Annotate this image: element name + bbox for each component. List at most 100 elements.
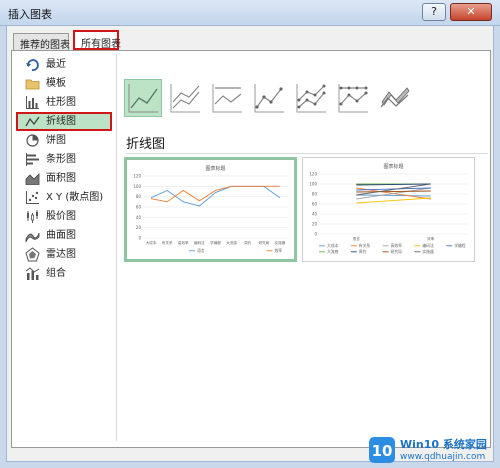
- win10-logo-icon: 10: [369, 437, 395, 463]
- x-tick-label: 实施器: [275, 240, 286, 245]
- y-tick-label: 60: [312, 202, 318, 207]
- y-tick-label: 80: [312, 192, 318, 197]
- sidebar-item-radar[interactable]: 雷达图: [16, 245, 112, 264]
- area-chart-icon: [25, 173, 40, 185]
- y-tick-label: 120: [309, 172, 317, 177]
- pie-chart-icon: [26, 134, 39, 147]
- legend-label: 编码法: [422, 243, 434, 248]
- sidebar-item-label: 柱形图: [46, 97, 76, 108]
- x-tick-label: 有关系: [162, 240, 173, 245]
- legend-label: 高效率: [391, 243, 403, 248]
- stacked-line-markers-subtype-icon: [296, 84, 326, 113]
- logo-text: 10: [372, 442, 393, 460]
- subtype-stacked-line-with-markers[interactable]: [292, 79, 330, 117]
- panel-divider: [116, 55, 117, 441]
- close-button[interactable]: ✕: [450, 3, 492, 21]
- x-tick-label: 大成本: [146, 240, 157, 245]
- help-button[interactable]: ?: [422, 3, 446, 21]
- subtype-stacked-line[interactable]: [166, 79, 204, 117]
- y-tick-label: 20: [136, 225, 142, 230]
- sidebar-item-surface[interactable]: 曲面图: [16, 226, 112, 245]
- folder-icon: [25, 79, 40, 90]
- x-tick-label: 学编程: [210, 240, 221, 245]
- dialog-body: 推荐的图表 所有图表 最近 模板 柱形图 折线图 饼图 条形图 面积图 X Y …: [6, 26, 494, 462]
- sidebar-item-area[interactable]: 面积图: [16, 169, 112, 188]
- sidebar-item-combo[interactable]: 组合: [16, 264, 112, 283]
- legend-label: 大成本: [327, 243, 339, 248]
- subtype-line[interactable]: [124, 79, 162, 117]
- legend-label: 语言: [197, 248, 205, 253]
- legend-label: 有关系: [359, 243, 371, 248]
- chart-title: 图表标题: [383, 163, 403, 170]
- legend-label: 大流感: [327, 249, 339, 254]
- heading-rule: [126, 153, 488, 154]
- stock-chart-icon: [27, 210, 38, 223]
- line-chart-icon: [25, 116, 40, 127]
- y-tick-label: 0: [314, 232, 317, 237]
- legend-label: 周约: [359, 249, 367, 254]
- sidebar-item-label: 折线图: [46, 116, 76, 127]
- subtype-100-stacked-line-with-markers[interactable]: [334, 79, 372, 117]
- legend-label: 效率: [275, 248, 283, 253]
- 100-stacked-line-markers-subtype-icon: [338, 84, 368, 113]
- x-tick-label: 效率: [427, 236, 435, 241]
- sidebar-item-column[interactable]: 柱形图: [16, 93, 112, 112]
- chart-preview-1[interactable]: 图表标题 120 100 80 60 40 20 0 大成本 有关系 高效率 编码法 学编程 大流感 周约 研…: [124, 157, 297, 262]
- sidebar-item-pie[interactable]: 饼图: [16, 131, 112, 150]
- x-tick-label: 编码法: [194, 240, 205, 245]
- 3d-line-subtype-icon: [380, 87, 410, 108]
- tab-recommended-charts[interactable]: 推荐的图表: [13, 33, 70, 51]
- legend-label: 学编程: [454, 243, 466, 248]
- sidebar-item-bar[interactable]: 条形图: [16, 150, 112, 169]
- x-tick-label: 语言: [353, 236, 361, 241]
- chart-preview-2[interactable]: 图表标题 120 100 80 60 40 20 0 语言 效率 大成本 有关系 高效率 编码法 学编程 大流…: [302, 157, 475, 262]
- combo-chart-icon: [25, 267, 40, 280]
- chart-title: 图表标题: [205, 165, 225, 172]
- x-tick-label: 周约: [244, 240, 252, 245]
- sidebar-item-label: 条形图: [46, 154, 76, 165]
- subtype-100-stacked-line[interactable]: [208, 79, 246, 117]
- y-tick-label: 20: [312, 222, 318, 227]
- watermark: 10 Win10 系统家园 www.qdhuajin.com: [368, 434, 500, 468]
- sidebar-item-label: 饼图: [46, 135, 66, 146]
- surface-chart-icon: [25, 232, 40, 243]
- line-subtype-icon: [128, 84, 158, 113]
- y-tick-label: 80: [136, 194, 142, 199]
- scatter-chart-icon: [26, 191, 39, 204]
- column-chart-icon: [26, 96, 39, 109]
- y-tick-label: 60: [136, 205, 142, 210]
- y-tick-label: 100: [133, 184, 141, 189]
- sidebar-item-label: X Y (散点图): [46, 192, 104, 203]
- tab-all-charts[interactable]: 所有图表: [73, 30, 121, 50]
- y-tick-label: 0: [138, 236, 141, 241]
- line-markers-subtype-icon: [254, 84, 284, 113]
- subtype-line-with-markers[interactable]: [250, 79, 288, 117]
- radar-chart-icon: [25, 247, 40, 262]
- recent-icon: [26, 59, 39, 71]
- sidebar-item-label: 曲面图: [46, 230, 76, 241]
- chart-type-heading: 折线图: [126, 137, 166, 152]
- sidebar-item-label: 模板: [46, 78, 66, 89]
- sidebar-item-label: 面积图: [46, 173, 76, 184]
- sidebar-item-templates[interactable]: 模板: [16, 74, 112, 93]
- sidebar-item-line[interactable]: 折线图: [16, 112, 112, 131]
- 100-stacked-line-subtype-icon: [212, 84, 242, 113]
- watermark-url: www.qdhuajin.com: [400, 452, 486, 462]
- series-line: [150, 185, 280, 203]
- sidebar-item-label: 最近: [46, 59, 66, 70]
- series-line: [356, 190, 431, 193]
- sidebar-item-label: 股价图: [46, 211, 76, 222]
- x-tick-label: 研究局: [258, 240, 269, 245]
- title-bar: 插入图表 ? ✕: [0, 0, 500, 26]
- stacked-line-subtype-icon: [170, 84, 200, 113]
- chart-type-list: 最近 模板 柱形图 折线图 饼图 条形图 面积图 X Y (散点图) 股价图 曲…: [16, 55, 112, 283]
- dialog-title: 插入图表: [8, 8, 52, 21]
- sidebar-item-stock[interactable]: 股价图: [16, 207, 112, 226]
- series-line: [356, 194, 431, 197]
- legend-label: 研究局: [391, 249, 403, 254]
- y-tick-label: 40: [136, 215, 142, 220]
- sidebar-item-scatter[interactable]: X Y (散点图): [16, 188, 112, 207]
- y-tick-label: 100: [309, 182, 317, 187]
- subtype-3d-line[interactable]: [376, 79, 414, 117]
- sidebar-item-recent[interactable]: 最近: [16, 55, 112, 74]
